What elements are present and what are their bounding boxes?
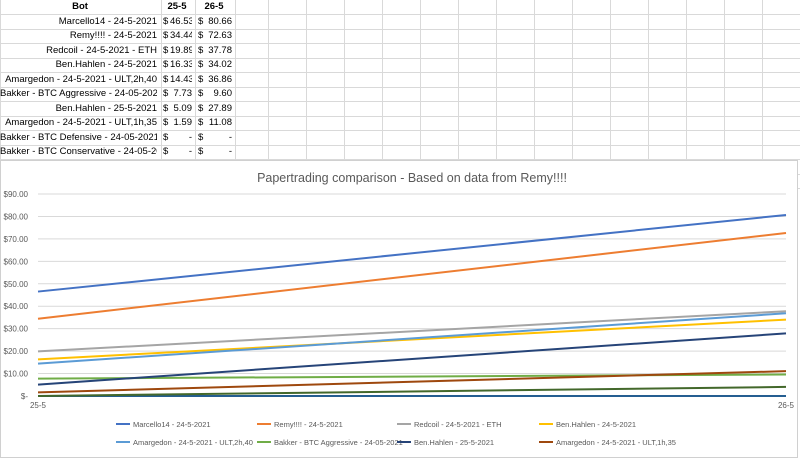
grid-column-line [724,0,725,160]
grid-column-line [161,0,162,160]
series-line [37,318,787,361]
series-line [37,213,787,293]
bot-name-cell[interactable]: Amargedon - 24-5-2021 - ULT,1h,35 [0,116,157,130]
header-25-5[interactable]: 25-5 [162,0,192,14]
y-tick-label: $20.00 [4,347,29,356]
value-25-5-cell[interactable]: 46.53 [170,15,192,29]
value-25-5-cell[interactable]: 19.89 [170,44,192,58]
grid-column-line [534,0,535,160]
y-tick-label: $30.00 [4,325,29,334]
value-25-5-cell[interactable]: 16.33 [170,58,192,72]
y-tick-label: $70.00 [4,235,29,244]
value-26-5-cell[interactable]: 9.60 [205,87,233,101]
chart-title: Papertrading comparison - Based on data … [257,171,567,185]
value-25-5-cell[interactable]: - [170,131,192,145]
bot-name-cell[interactable]: Ben.Hahlen - 25-5-2021 [0,102,157,116]
grid-column-line [235,0,236,160]
value-26-5-cell[interactable]: 34.02 [205,58,232,72]
bot-name-cell[interactable]: Bakker - BTC Conservative - 24-05-2021 [0,145,157,159]
value-26-5-cell[interactable]: 27.89 [205,102,232,116]
y-tick-label: $80.00 [4,212,29,221]
value-25-5-cell[interactable]: 5.09 [170,102,193,116]
grid-column-line [648,0,649,160]
grid-column-line [306,0,307,160]
value-26-5-cell[interactable]: - [205,145,232,159]
grid-column-line [420,0,421,160]
bot-name-cell[interactable]: Remy!!!! - 24-5-2021 [0,29,157,43]
value-26-5-cell[interactable]: - [205,131,232,145]
value-25-5-cell[interactable]: - [170,145,192,159]
legend-label: Bakker - BTC Aggressive - 24-05-2021 [274,438,403,447]
legend-label: Redcoil - 24-5-2021 - ETH [414,420,502,429]
grid-column-line [458,0,459,160]
y-tick-label: $50.00 [4,280,29,289]
bot-name-cell[interactable]: Bakker - BTC Aggressive - 24-05-2021 [0,87,157,101]
bot-name-cell[interactable]: Marcello14 - 24-5-2021 [0,15,157,29]
series-line [37,312,787,365]
header-26-5[interactable]: 26-5 [196,0,232,14]
value-25-5-cell[interactable]: 14.43 [170,73,192,87]
line-chart[interactable]: Papertrading comparison - Based on data … [0,160,798,458]
value-26-5-cell[interactable]: 37.78 [205,44,232,58]
x-tick-label: 26-5 [778,401,795,410]
grid-column-line [496,0,497,160]
grid-column-line [686,0,687,160]
grid-column-line [572,0,573,160]
grid-column-line [344,0,345,160]
grid-column-line [610,0,611,160]
grid-column-line [195,0,196,160]
chart-canvas: Papertrading comparison - Based on data … [4,171,795,447]
x-tick-label: 25-5 [30,401,47,410]
bot-name-cell[interactable]: Amargedon - 24-5-2021 - ULT,2h,40 [0,73,157,87]
grid-column-line [762,0,763,160]
legend-label: Amargedon - 24-5-2021 - ULT,2h,40 [133,438,253,447]
series-line [37,310,787,353]
bot-name-cell[interactable]: Ben.Hahlen - 24-5-2021 [0,58,157,72]
value-25-5-cell[interactable]: 1.59 [170,116,193,130]
legend-label: Marcello14 - 24-5-2021 [133,420,211,429]
y-tick-label: $10.00 [4,370,29,379]
y-tick-label: $- [21,392,28,401]
value-26-5-cell[interactable]: 80.66 [205,15,232,29]
bot-name-cell[interactable]: Bakker - BTC Defensive - 24-05-2021 [0,131,157,145]
legend-label: Ben.Hahlen - 25-5-2021 [414,438,494,447]
y-tick-label: $60.00 [4,257,29,266]
value-26-5-cell[interactable]: 72.63 [205,29,232,43]
y-tick-label: $40.00 [4,302,29,311]
legend-label: Remy!!!! - 24-5-2021 [274,420,343,429]
grid-column-line [382,0,383,160]
legend-label: Amargedon - 24-5-2021 - ULT,1h,35 [556,438,676,447]
header-bot[interactable]: Bot [0,0,160,14]
value-26-5-cell[interactable]: 11.08 [205,116,232,130]
grid-column-line [268,0,269,160]
spreadsheet-grid[interactable]: Bot 25-5 26-5 Marcello14 - 24-5-2021 $46.… [0,0,800,189]
value-26-5-cell[interactable]: 36.86 [205,73,232,87]
value-25-5-cell[interactable]: 7.73 [170,87,193,101]
value-25-5-cell[interactable]: 34.44 [170,29,192,43]
y-tick-label: $90.00 [4,190,29,199]
legend-label: Ben.Hahlen - 24-5-2021 [556,420,636,429]
bot-name-cell[interactable]: Redcoil - 24-5-2021 - ETH [0,44,157,58]
